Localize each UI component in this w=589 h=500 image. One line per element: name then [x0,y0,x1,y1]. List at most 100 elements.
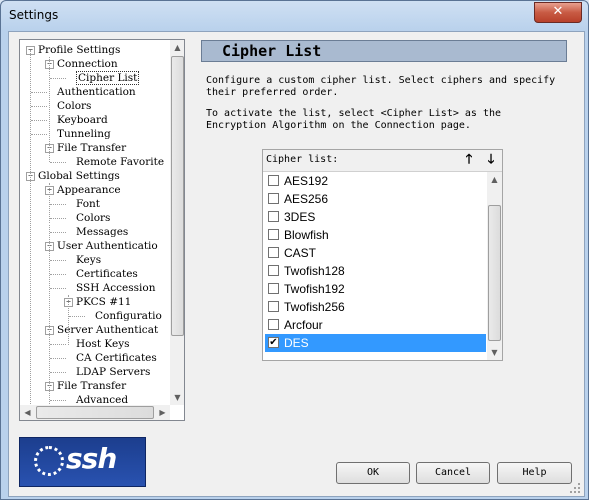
scroll-down-icon[interactable]: ▼ [170,390,184,405]
tree-item[interactable]: Colors [76,211,110,225]
tree-connector [50,344,66,345]
tree-vertical-scrollbar[interactable]: ▲ ▼ [170,40,184,405]
cipher-checkbox[interactable] [268,247,279,258]
tree-connector [31,134,47,135]
tree-item-label: Font [76,198,101,210]
activation-hint-text: To activate the list, select <Cipher Lis… [206,108,502,131]
cipher-item[interactable]: CAST [265,244,486,262]
tree-item[interactable]: LDAP Servers [76,365,150,379]
tree-item[interactable]: Keys [76,253,101,267]
tree-item[interactable]: Keyboard [57,113,108,127]
tree-connector [50,162,66,163]
tree-item[interactable]: Global Settings [38,169,120,183]
tree-item[interactable]: Server Authenticat [57,323,158,337]
tree-item[interactable]: File Transfer [57,379,126,393]
tree-connector [50,274,66,275]
tree-item[interactable]: Connection [57,57,118,71]
scroll-right-icon[interactable]: ▶ [155,405,170,420]
cipher-item[interactable]: ✔ DES [265,334,486,352]
tree-connector [50,400,66,401]
tree-item[interactable]: SSH Accession [76,281,155,295]
cancel-button[interactable]: Cancel [416,462,490,484]
cipher-list-scrollbar[interactable]: ▲ ▼ [487,172,502,360]
logo-dots-icon [34,446,64,476]
cipher-list-label: Cipher list: [266,154,339,165]
settings-tree: − Profile Settings − Connection Cipher List A… [19,39,185,421]
tree-item[interactable]: User Authenticatio [57,239,158,253]
tree-item[interactable]: Authentication [57,85,136,99]
scroll-left-icon[interactable]: ◀ [20,405,35,420]
tree-item-label: PKCS #11 [76,296,132,308]
cipher-item[interactable]: Twofish128 [265,262,486,280]
cipher-checkbox[interactable] [268,319,279,330]
cipher-list-header: Cipher list: 🡑 🡓 [263,150,502,172]
ok-button[interactable]: OK [336,462,410,484]
tree-connector [31,120,47,121]
title-bar[interactable]: Settings ✕ [1,1,588,31]
scroll-up-icon[interactable]: ▲ [170,40,184,55]
cipher-checkbox[interactable] [268,283,279,294]
tree-item-label: Colors [57,100,92,112]
scroll-up-icon[interactable]: ▲ [487,172,502,187]
cipher-checkbox[interactable] [268,265,279,276]
tree-connector [50,218,66,219]
tree-connector [31,92,47,93]
tree-item-label: Keyboard [57,114,108,126]
tree-item-label: User Authenticatio [57,240,158,252]
tree-item-label: Appearance [57,184,121,196]
tree-item-label: File Transfer [57,142,127,154]
tree-item[interactable]: Host Keys [76,337,130,351]
close-button[interactable]: ✕ [534,2,582,23]
description-text: Configure a custom cipher list. Select c… [206,75,556,98]
cipher-item[interactable]: Twofish192 [265,280,486,298]
cipher-item[interactable]: Blowfish [265,226,486,244]
cipher-item[interactable]: Twofish256 [265,298,486,316]
cipher-label: Twofish192 [284,282,345,296]
tree-connector [50,288,66,289]
h-scroll-thumb[interactable] [36,406,154,419]
tree-item[interactable]: Colors [57,99,91,113]
tree-item[interactable]: Messages [76,225,128,239]
tree-item[interactable]: Certificates [76,267,138,281]
tree-item[interactable]: Remote Favorite [76,155,164,169]
move-up-icon[interactable]: 🡑 [462,152,476,167]
tree-item[interactable]: CA Certificates [76,351,157,365]
tree-connector [50,78,66,79]
tree-item[interactable]: Cipher List [76,71,140,85]
tree-item-label: Cipher List [76,71,140,85]
window-title: Settings [9,8,59,22]
cipher-label: Twofish128 [284,264,345,278]
tree-item[interactable]: Tunneling [57,127,111,141]
tree-item[interactable]: Font [76,197,100,211]
tree-item-label: Global Settings [38,170,120,182]
tree-item[interactable]: Advanced [76,393,128,405]
cipher-item[interactable]: 3DES [265,208,486,226]
tree-item[interactable]: Configuratio [95,309,162,323]
tree-connector [50,232,66,233]
cipher-checkbox[interactable] [268,301,279,312]
tree-item[interactable]: Profile Settings [38,43,120,57]
scroll-down-icon[interactable]: ▼ [487,345,502,360]
tree-items: − Profile Settings − Connection Cipher List A… [20,40,170,405]
cipher-checkbox[interactable] [268,193,279,204]
move-down-icon[interactable]: 🡓 [484,152,498,167]
cipher-checkbox[interactable] [268,175,279,186]
tree-item[interactable]: PKCS #11 [76,295,131,309]
tree-guide [49,225,50,405]
cipher-item[interactable]: AES192 [265,172,486,190]
scroll-thumb[interactable] [171,56,184,336]
size-grip-icon[interactable] [569,482,581,494]
tree-item-label: SSH Accession [76,282,156,294]
cipher-checkbox[interactable] [268,211,279,222]
cipher-checkbox[interactable]: ✔ [268,337,279,348]
tree-horizontal-scrollbar[interactable]: ◀ ▶ [20,405,170,420]
tree-item-label: Messages [76,226,129,238]
cipher-item[interactable]: Arcfour [265,316,486,334]
tree-item[interactable]: Appearance [57,183,121,197]
cipher-item[interactable]: AES256 [265,190,486,208]
scroll-thumb[interactable] [488,205,501,341]
cipher-checkbox[interactable] [268,229,279,240]
help-button[interactable]: Help [497,462,572,484]
tree-item-label: Advanced [76,394,129,405]
tree-item[interactable]: File Transfer [57,141,126,155]
